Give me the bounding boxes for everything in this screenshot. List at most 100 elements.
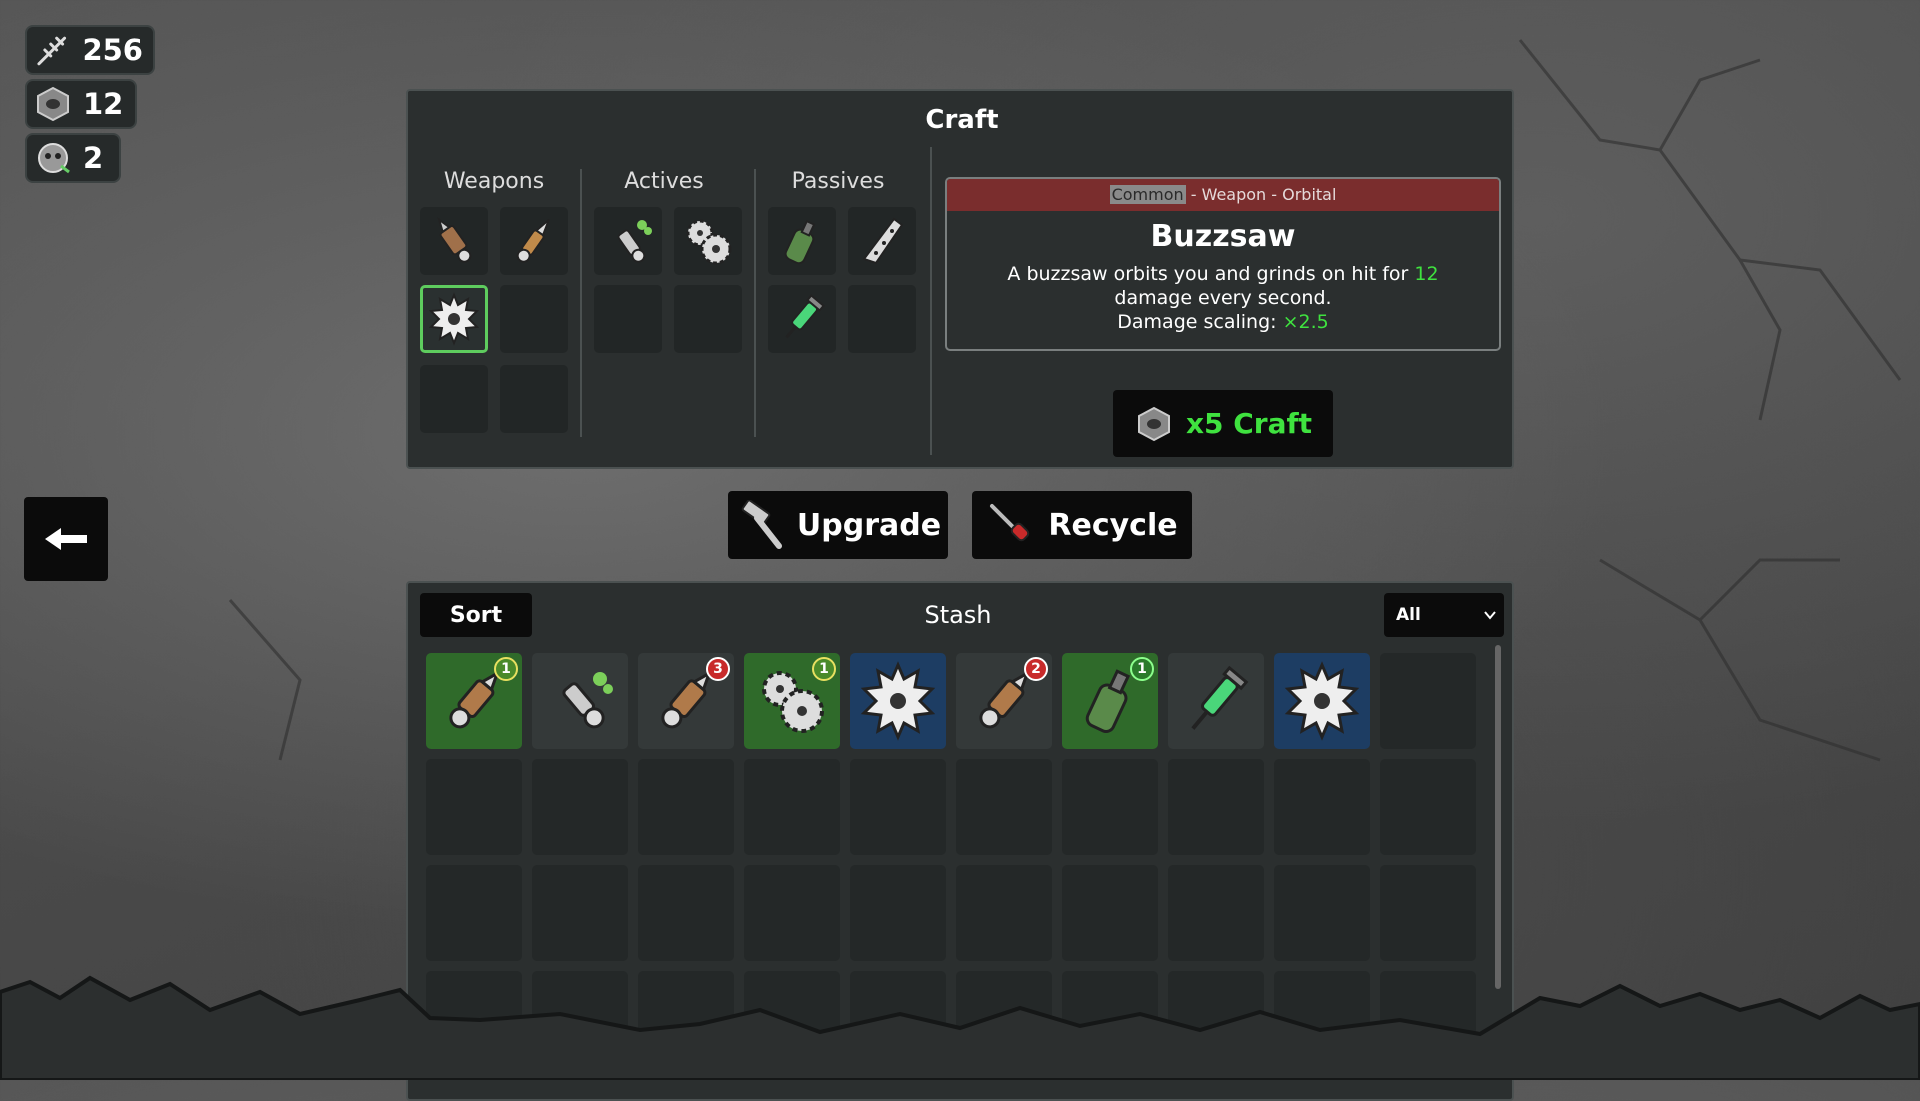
stash-item[interactable] xyxy=(1274,653,1370,749)
craft-slot-empty[interactable] xyxy=(848,285,916,353)
stash-slot-empty[interactable] xyxy=(1274,865,1370,961)
stash-slot-empty[interactable] xyxy=(744,759,840,855)
recycle-button[interactable]: Recycle xyxy=(972,491,1192,559)
stash-slot-empty[interactable] xyxy=(1062,865,1158,961)
stash-slot-empty[interactable] xyxy=(1380,759,1476,855)
desc-text: A buzzsaw orbits you and grinds on hit f… xyxy=(1007,263,1415,285)
nuts-count: 12 xyxy=(83,87,124,121)
drill-weapon-icon xyxy=(516,218,550,263)
buzzsaw-icon xyxy=(1284,661,1360,741)
item-category: - Weapon - Orbital xyxy=(1185,185,1337,204)
craft-slot-empty[interactable] xyxy=(594,285,662,353)
item-count-badge: 1 xyxy=(812,657,836,681)
stash-item[interactable]: 1 xyxy=(744,653,840,749)
arrow-left-icon xyxy=(45,528,87,550)
craft-slot-plate[interactable] xyxy=(848,207,916,275)
item-rarity: Common xyxy=(1109,185,1186,204)
item-info-card: Common - Weapon - Orbital Buzzsaw A buzz… xyxy=(945,177,1501,351)
stash-slot-empty[interactable] xyxy=(426,865,522,961)
stash-slot-empty[interactable] xyxy=(850,759,946,855)
stash-scrollbar[interactable] xyxy=(1495,645,1501,989)
stash-slot-empty[interactable] xyxy=(956,865,1052,961)
stash-slot-empty[interactable] xyxy=(1274,759,1370,855)
item-count-badge: 3 xyxy=(706,657,730,681)
craft-slot-sprayer[interactable] xyxy=(594,207,662,275)
stash-slot-empty[interactable] xyxy=(956,759,1052,855)
resource-bones: 256 xyxy=(25,25,155,75)
item-count-badge: 1 xyxy=(1130,657,1154,681)
stash-slot-empty[interactable] xyxy=(850,865,946,961)
buzzsaw-icon xyxy=(860,661,936,741)
bones-icon xyxy=(37,36,67,66)
craft-button[interactable]: x5 Craft xyxy=(1113,390,1333,457)
item-name: Buzzsaw xyxy=(1150,219,1296,254)
stash-item[interactable]: 1 xyxy=(426,653,522,749)
craft-title: Craft xyxy=(925,105,999,135)
back-button[interactable] xyxy=(24,497,108,581)
skull-gear-icon xyxy=(38,143,70,174)
actives-header: Actives xyxy=(624,169,704,194)
passives-header: Passives xyxy=(791,169,885,194)
screwdriver-icon xyxy=(990,504,1030,542)
bottle-icon xyxy=(784,219,816,265)
gears-icon xyxy=(686,219,732,265)
stash-item[interactable]: 3 xyxy=(638,653,734,749)
craft-button-label: x5 Craft xyxy=(1185,407,1313,440)
sprayer-icon xyxy=(617,220,652,263)
stash-slot-empty[interactable] xyxy=(532,865,628,961)
stash-title: Stash xyxy=(924,601,992,629)
craft-slot-drill-2[interactable] xyxy=(500,207,568,275)
bones-count: 256 xyxy=(82,33,143,67)
weapons-header: Weapons xyxy=(443,169,545,194)
scaling-value: ×2.5 xyxy=(1282,311,1329,333)
recycle-label: Recycle xyxy=(1048,507,1178,543)
stash-slot-empty[interactable] xyxy=(532,759,628,855)
skull-gear-count: 2 xyxy=(83,141,104,175)
filter-dropdown[interactable]: All xyxy=(1384,593,1504,637)
craft-slot-empty[interactable] xyxy=(500,285,568,353)
stash-slot-empty[interactable] xyxy=(1062,759,1158,855)
craft-slot-empty[interactable] xyxy=(674,285,742,353)
stash-slot-empty[interactable] xyxy=(1380,865,1476,961)
stash-item[interactable] xyxy=(532,653,628,749)
stash-slot-empty[interactable] xyxy=(1168,865,1264,961)
stash-item[interactable]: 2 xyxy=(956,653,1052,749)
drill-weapon-icon xyxy=(437,217,472,263)
craft-slot-empty[interactable] xyxy=(420,365,488,433)
stash-item[interactable] xyxy=(1168,653,1264,749)
scaling-label: Damage scaling: xyxy=(1117,311,1283,333)
damage-value: 12 xyxy=(1414,263,1439,285)
divider xyxy=(754,169,756,437)
hex-nut-icon xyxy=(1137,406,1170,441)
item-count-badge: 2 xyxy=(1024,657,1048,681)
craft-slot-empty[interactable] xyxy=(500,365,568,433)
syringe-icon xyxy=(785,294,825,339)
stash-slot-empty[interactable] xyxy=(744,865,840,961)
stash-slot-empty[interactable] xyxy=(1380,653,1476,749)
craft-slot-gears[interactable] xyxy=(674,207,742,275)
divider xyxy=(930,147,932,455)
item-description: A buzzsaw orbits you and grinds on hit f… xyxy=(947,262,1499,334)
chevron-down-icon xyxy=(1484,611,1496,620)
hammer-icon xyxy=(741,500,782,549)
upgrade-label: Upgrade xyxy=(796,507,942,543)
metal-plate-icon xyxy=(862,217,904,265)
stash-item[interactable] xyxy=(850,653,946,749)
desc-text: damage every second. xyxy=(1114,287,1332,309)
stash-slot-empty[interactable] xyxy=(638,865,734,961)
stash-slot-empty[interactable] xyxy=(638,759,734,855)
filter-value: All xyxy=(1396,605,1421,625)
stash-slot-empty[interactable] xyxy=(426,759,522,855)
item-type-header: Common - Weapon - Orbital xyxy=(947,179,1499,211)
craft-slot-syringe[interactable] xyxy=(768,285,836,353)
upgrade-button[interactable]: Upgrade xyxy=(728,491,948,559)
buzzsaw-icon xyxy=(428,292,480,346)
divider xyxy=(580,169,582,437)
stash-slot-empty[interactable] xyxy=(1168,759,1264,855)
craft-slot-buzzsaw-selected[interactable] xyxy=(420,285,488,353)
hex-nut-icon xyxy=(37,86,69,122)
craft-slot-drill[interactable] xyxy=(420,207,488,275)
stash-item[interactable]: 1 xyxy=(1062,653,1158,749)
resource-nuts: 12 xyxy=(25,79,137,129)
craft-slot-bottle[interactable] xyxy=(768,207,836,275)
